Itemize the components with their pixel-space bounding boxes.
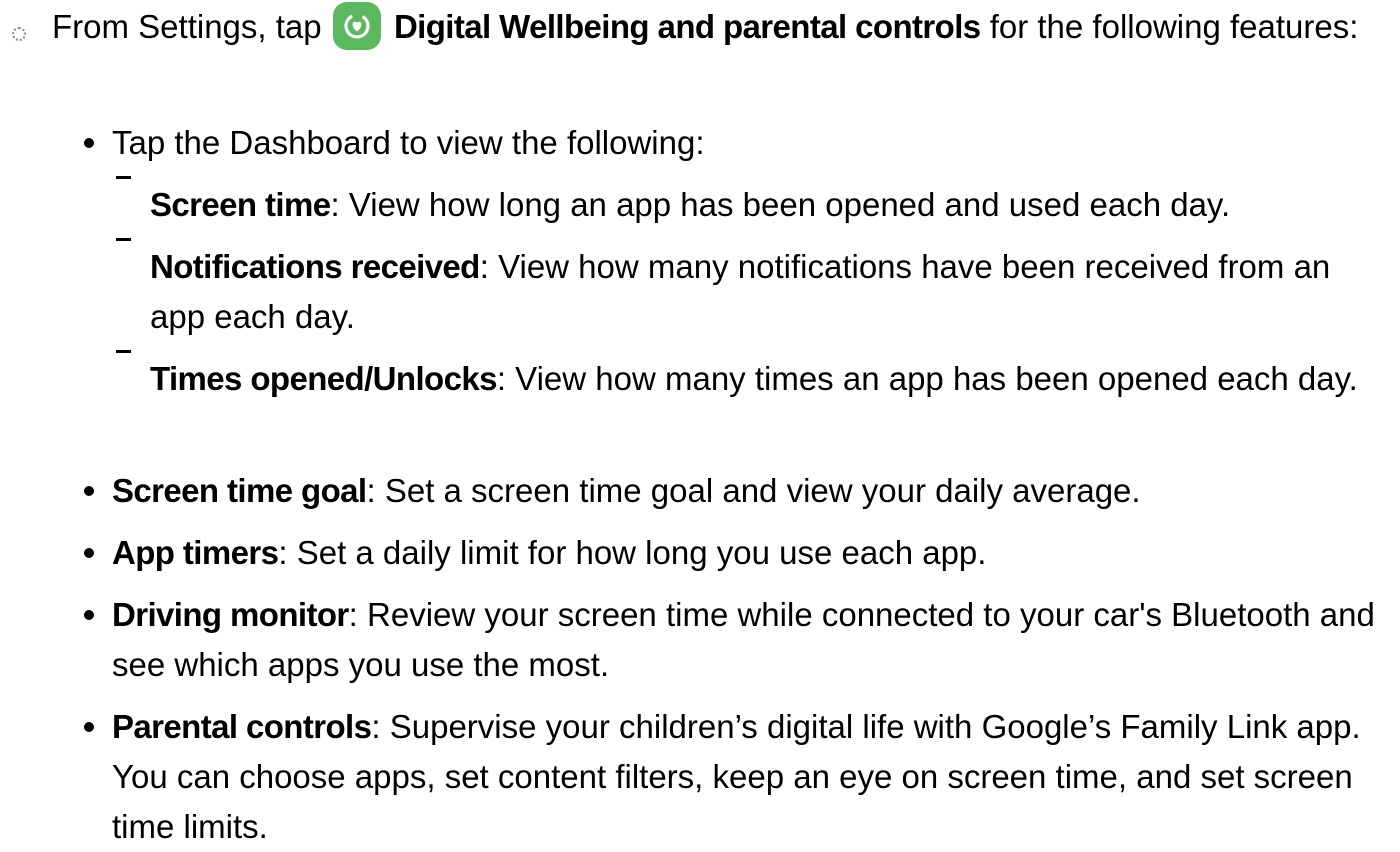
sub-item-text: Notifications received: View how many no… [150, 242, 1390, 342]
dash-icon [116, 238, 131, 241]
feature-term: Screen time goal [112, 472, 367, 509]
bullet-icon [84, 722, 94, 732]
sub-item-desc: : View how many times an app has been op… [496, 360, 1358, 397]
feature-desc: : Set a daily limit for how long you use… [278, 534, 987, 571]
dashboard-text: Tap the Dashboard to view the following: [112, 124, 705, 161]
digital-wellbeing-icon [332, 2, 381, 50]
instructions-page: From Settings, tap Digital Wellbeing and… [0, 0, 1400, 845]
sub-item-term: Times opened/Unlocks [150, 360, 497, 397]
step-bullet-icon [12, 27, 26, 41]
feature-term: Parental controls [112, 708, 372, 745]
sub-item-term: Notifications received [150, 248, 480, 285]
feature-term: Driving monitor [112, 596, 349, 633]
feature-term: App timers [112, 534, 279, 571]
bullet-icon [84, 486, 94, 496]
bullet-icon [84, 548, 94, 558]
step-intro: From Settings, tap [52, 8, 322, 45]
feature-desc: : Set a screen time goal and view your d… [366, 472, 1141, 509]
dash-icon [116, 350, 131, 353]
step-after: for the following features: [989, 8, 1359, 45]
feature-text: Parental controls: Supervise your childr… [112, 702, 1382, 852]
sub-item-desc: : View how long an app has been opened a… [330, 186, 1231, 223]
dash-icon [116, 176, 131, 179]
step-text: From Settings, tap Digital Wellbeing and… [52, 2, 1392, 52]
bullet-icon [84, 138, 94, 148]
feature-text: Screen time goal: Set a screen time goal… [112, 466, 1382, 516]
feature-text: Driving monitor: Review your screen time… [112, 590, 1382, 690]
app-name: Digital Wellbeing and parental controls [393, 8, 981, 45]
sub-item-text: Screen time: View how long an app has be… [150, 180, 1390, 230]
sub-item-term: Screen time [150, 186, 331, 223]
bullet-icon [84, 610, 94, 620]
feature-text: App timers: Set a daily limit for how lo… [112, 528, 1382, 578]
sub-item-text: Times opened/Unlocks: View how many time… [150, 354, 1390, 404]
